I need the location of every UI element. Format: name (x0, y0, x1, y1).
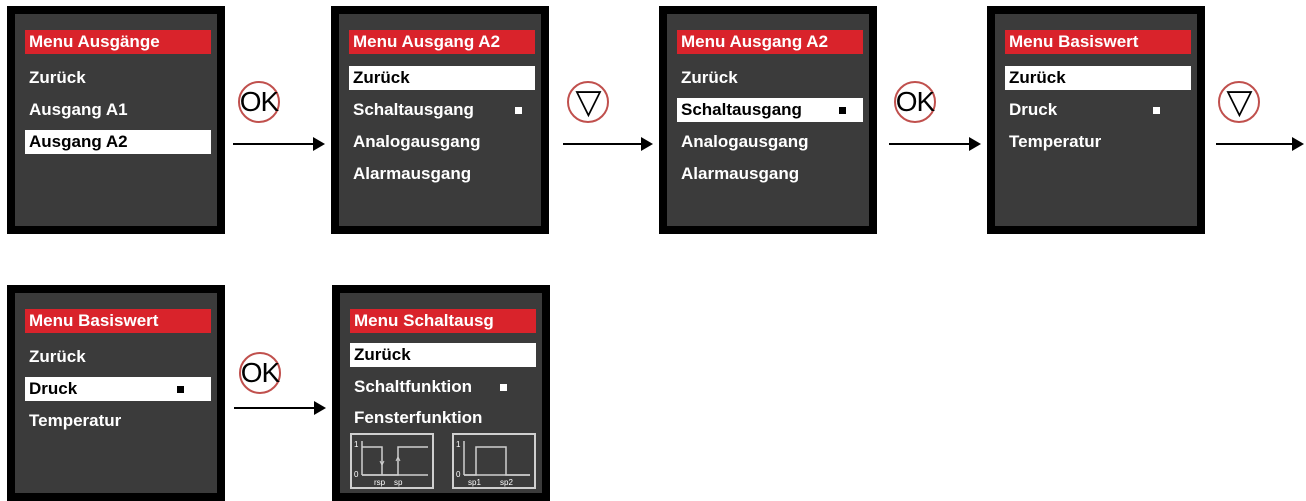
menu-title: Menu Basiswert (1005, 30, 1191, 54)
menu-item-zurueck[interactable]: Zurück (1005, 66, 1191, 90)
menu-item-label: Schaltausgang (681, 100, 802, 119)
flow-arrow (563, 137, 653, 151)
menu-item-schaltfunktion[interactable]: Schaltfunktion (350, 375, 536, 399)
ok-button[interactable]: OK (894, 81, 936, 123)
menu-item-alarmausgang[interactable]: Alarmausgang (677, 162, 863, 186)
flow-arrow (1216, 137, 1304, 151)
menu-title: Menu Basiswert (25, 309, 211, 333)
hysteresis-chart: 1 0 rsp sp (354, 440, 428, 487)
graph-label-low: 0 (354, 470, 359, 479)
marker-square-icon (177, 386, 184, 393)
display-screen-1: Menu Ausgänge Zurück Ausgang A1 Ausgang … (7, 6, 225, 234)
graph-label-sp1: sp1 (468, 478, 481, 487)
menu-item-temperatur[interactable]: Temperatur (25, 409, 211, 433)
marker-square-icon (839, 107, 846, 114)
menu-item-temperatur[interactable]: Temperatur (1005, 130, 1191, 154)
flow-arrow (233, 137, 325, 151)
menu-item-ausgang-a2[interactable]: Ausgang A2 (25, 130, 211, 154)
marker-square-icon (500, 384, 507, 391)
display-screen-5: Menu Basiswert Zurück Druck Temperatur (7, 285, 225, 501)
down-triangle-icon: ▽ (1226, 83, 1252, 121)
menu-item-druck[interactable]: Druck (1005, 98, 1191, 122)
menu-title: Menu Ausgänge (25, 30, 211, 54)
menu-item-label: Schaltfunktion (354, 377, 473, 396)
down-button[interactable]: ▽ (567, 81, 609, 123)
graph-label-low: 0 (456, 470, 461, 479)
ok-label: OK (240, 357, 280, 388)
marker-square-icon (1153, 107, 1160, 114)
graph-label-sp2: sp2 (500, 478, 513, 487)
display-screen-2: Menu Ausgang A2 Zurück Schaltausgang Ana… (331, 6, 549, 234)
display-screen-4: Menu Basiswert Zurück Druck Temperatur (987, 6, 1205, 234)
flow-arrow (234, 401, 326, 415)
menu-item-zurueck[interactable]: Zurück (25, 345, 211, 369)
menu-item-ausgang-a1[interactable]: Ausgang A1 (25, 98, 211, 122)
ok-button[interactable]: OK (238, 81, 280, 123)
window-graph[interactable]: 1 0 sp1 sp2 (452, 433, 536, 489)
ok-label: OK (895, 86, 935, 117)
menu-item-label: Druck (1009, 100, 1058, 119)
menu-item-fensterfunktion[interactable]: Fensterfunktion (350, 406, 536, 430)
graph-label-high: 1 (456, 440, 461, 449)
menu-item-label: Druck (29, 379, 78, 398)
flow-arrow (889, 137, 981, 151)
menu-item-zurueck[interactable]: Zurück (25, 66, 211, 90)
menu-title: Menu Ausgang A2 (677, 30, 863, 54)
ok-button[interactable]: OK (239, 352, 281, 394)
menu-item-zurueck[interactable]: Zurück (677, 66, 863, 90)
menu-title: Menu Ausgang A2 (349, 30, 535, 54)
marker-square-icon (515, 107, 522, 114)
graph-label-sp: sp (394, 478, 403, 487)
hysteresis-graph[interactable]: 1 0 rsp sp (350, 433, 434, 489)
ok-label: OK (239, 86, 279, 117)
menu-item-druck[interactable]: Druck (25, 377, 211, 401)
menu-title: Menu Schaltausg (350, 309, 536, 333)
menu-item-analogausgang[interactable]: Analogausgang (349, 130, 535, 154)
menu-item-alarmausgang[interactable]: Alarmausgang (349, 162, 535, 186)
display-screen-6: Menu Schaltausg Zurück Schaltfunktion Fe… (332, 285, 550, 501)
graph-label-rsp: rsp (374, 478, 386, 487)
menu-item-schaltausgang[interactable]: Schaltausgang (677, 98, 863, 122)
menu-item-schaltausgang[interactable]: Schaltausgang (349, 98, 535, 122)
menu-item-zurueck[interactable]: Zurück (350, 343, 536, 367)
down-button[interactable]: ▽ (1218, 81, 1260, 123)
graph-label-high: 1 (354, 440, 359, 449)
menu-item-zurueck[interactable]: Zurück (349, 66, 535, 90)
display-screen-3: Menu Ausgang A2 Zurück Schaltausgang Ana… (659, 6, 877, 234)
menu-item-analogausgang[interactable]: Analogausgang (677, 130, 863, 154)
menu-item-label: Schaltausgang (353, 100, 474, 119)
window-chart: 1 0 sp1 sp2 (456, 440, 530, 487)
down-triangle-icon: ▽ (575, 83, 601, 121)
